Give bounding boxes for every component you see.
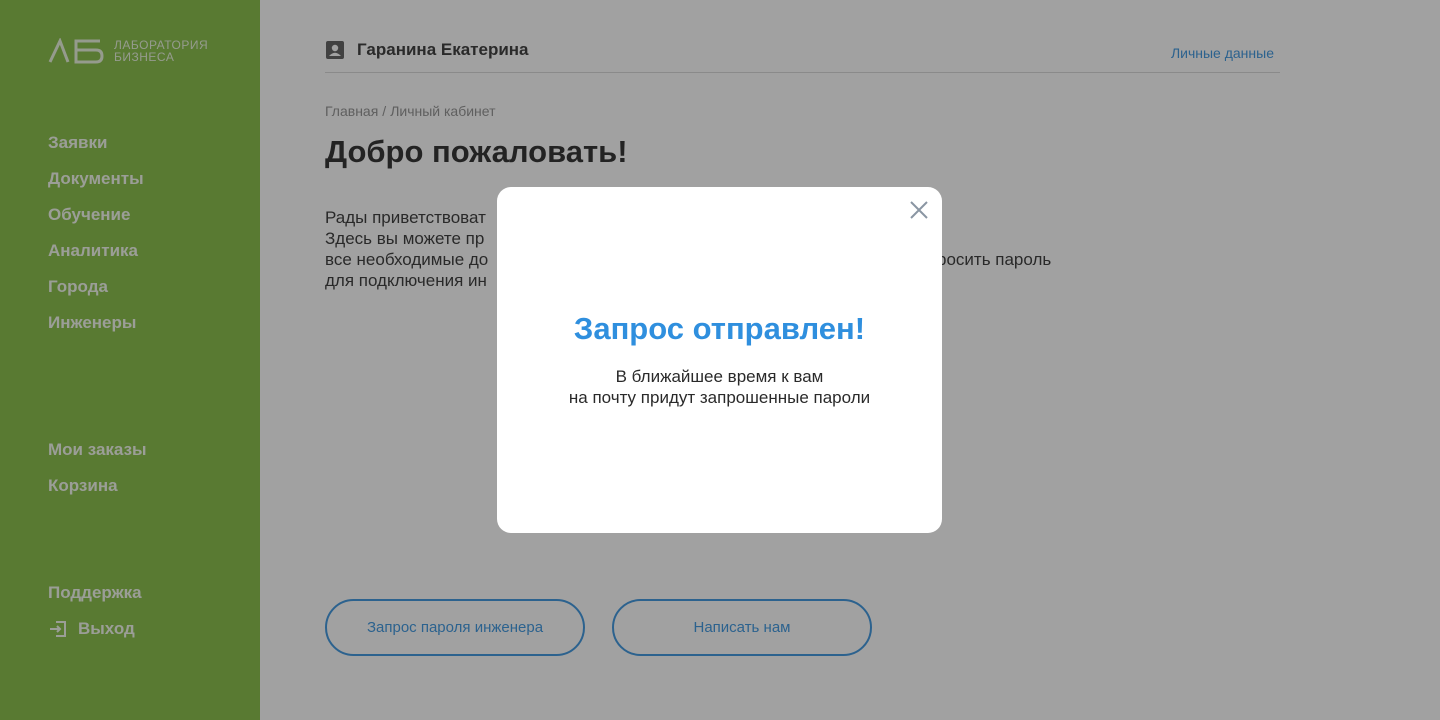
request-sent-modal: Запрос отправлен! В ближайшее время к ва… <box>497 187 942 533</box>
modal-title: Запрос отправлен! <box>573 311 866 346</box>
modal-message-line: В ближайшее время к вам <box>615 367 824 386</box>
modal-message-line: на почту придут запрошенные пароли <box>568 388 871 407</box>
modal-message: В ближайшее время к вам на почту придут … <box>497 366 942 408</box>
close-icon[interactable] <box>908 199 930 221</box>
